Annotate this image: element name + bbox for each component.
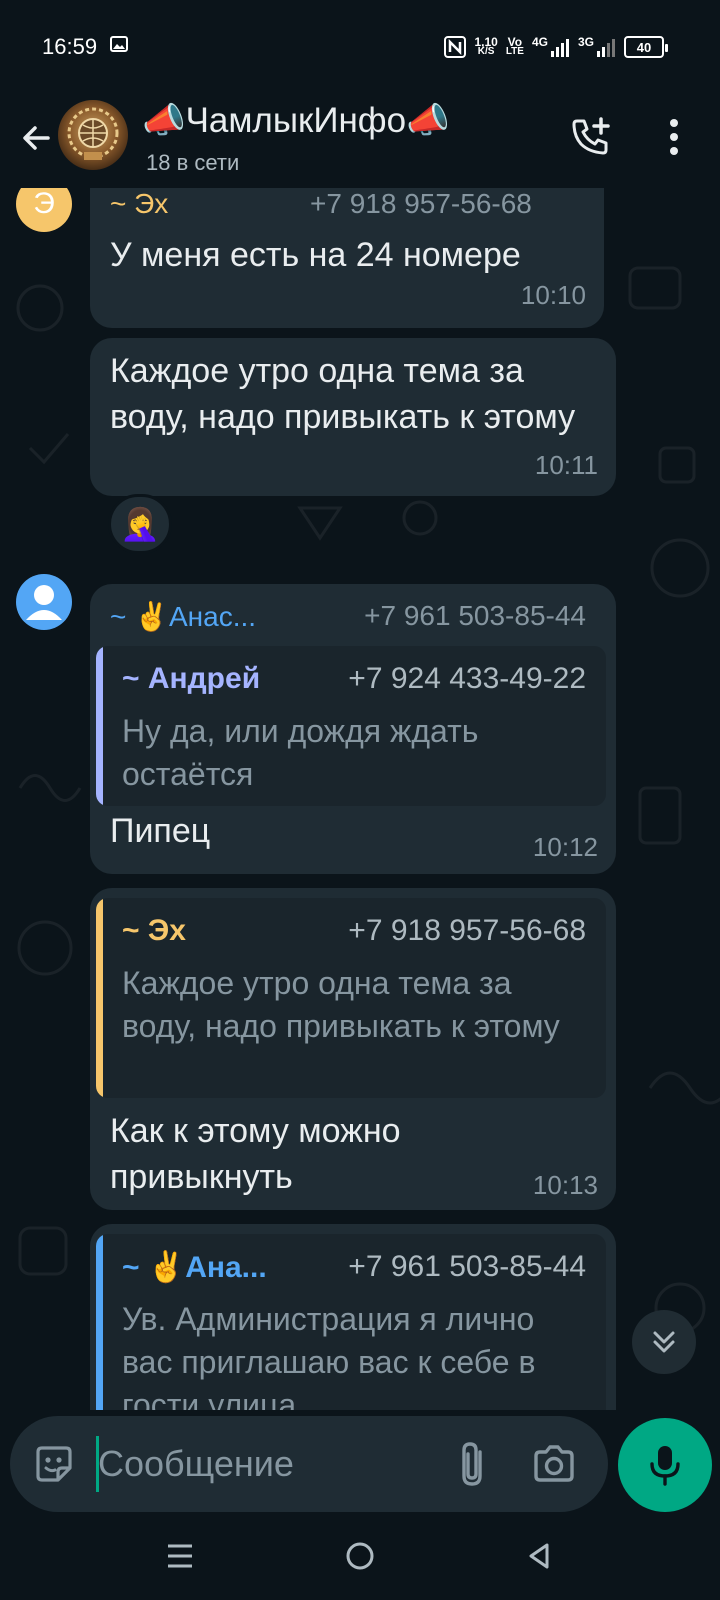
signal-bars-icon xyxy=(550,39,569,57)
message-text: У меня есть на 24 номере xyxy=(110,236,521,274)
message-list[interactable]: Э ~ Эх +7 918 957-56-68 У меня есть на 2… xyxy=(0,188,720,1410)
message-composer xyxy=(10,1416,608,1512)
sender-avatar[interactable] xyxy=(16,574,72,630)
nav-back-button[interactable] xyxy=(516,1532,564,1580)
status-icons: 1,10 K/S Vo LTE 4G 3G 40 xyxy=(444,32,668,62)
quote-bar xyxy=(96,646,103,806)
group-avatar[interactable] xyxy=(58,100,128,170)
reaction-badge[interactable]: 🤦‍♀️ xyxy=(108,494,172,554)
nav-home-button[interactable] xyxy=(336,1532,384,1580)
chat-header: 📣ЧамлыкИнфо📣 18 в сети xyxy=(0,92,720,188)
message-text: Пипец xyxy=(110,812,211,850)
quote-sender: ~ Андрей xyxy=(122,662,261,695)
quoted-message[interactable]: ~ Андрей +7 924 433-49-22 Ну да, или дож… xyxy=(96,646,606,806)
message-bubble[interactable]: ~ Эх +7 918 957-56-68 У меня есть на 24 … xyxy=(90,188,604,328)
message-bubble[interactable]: ~ Эх +7 918 957-56-68 Каждое утро одна т… xyxy=(90,888,616,1210)
attach-icon[interactable] xyxy=(450,1438,498,1490)
quote-phone: +7 961 503-85-44 xyxy=(348,1250,586,1283)
message-time: 10:11 xyxy=(534,450,598,480)
sender-phone: +7 961 503-85-44 xyxy=(364,600,586,631)
battery-icon: 40 xyxy=(624,36,668,58)
message-time: 10:13 xyxy=(532,1170,598,1200)
add-call-icon xyxy=(572,117,610,155)
message-input[interactable] xyxy=(98,1434,428,1494)
online-count: 18 в сети xyxy=(146,150,240,175)
message-time: 10:12 xyxy=(532,832,598,862)
quoted-message[interactable]: ~ ✌️Ана... +7 961 503-85-44 Ув. Админист… xyxy=(96,1234,606,1410)
group-title[interactable]: 📣ЧамлыкИнфо📣 xyxy=(142,100,450,141)
quote-bar xyxy=(96,1234,103,1410)
mic-icon xyxy=(650,1446,680,1486)
scroll-to-bottom-button[interactable] xyxy=(632,1310,696,1374)
message-bubble[interactable]: ~ ✌️Анас... +7 961 503-85-44 ~ Андрей +7… xyxy=(90,584,616,874)
sender-phone: +7 918 957-56-68 xyxy=(310,188,532,219)
quote-phone: +7 924 433-49-22 xyxy=(348,662,586,695)
message-bubble[interactable]: Каждое утро одна тема за воду, надо прив… xyxy=(90,338,616,496)
nav-recents-button[interactable] xyxy=(156,1532,204,1580)
quote-sender: ~ Эх xyxy=(122,914,186,947)
quote-text: Ув. Администрация я лично вас приглашаю … xyxy=(122,1301,536,1410)
quote-bar xyxy=(96,898,103,1098)
sender-name[interactable]: ~ Эх xyxy=(110,188,168,220)
gallery-notification-icon xyxy=(110,36,128,52)
quote-sender: ~ ✌️Ана... xyxy=(122,1251,267,1284)
signal-bars-icon xyxy=(597,39,615,57)
quote-phone: +7 918 957-56-68 xyxy=(348,914,586,947)
system-navigation-bar xyxy=(0,1512,720,1600)
quoted-message[interactable]: ~ Эх +7 918 957-56-68 Каждое утро одна т… xyxy=(96,898,606,1098)
nav-back-icon xyxy=(529,1543,549,1569)
back-arrow-icon xyxy=(23,126,50,150)
nav-recents-icon xyxy=(168,1544,192,1568)
message-bubble[interactable]: ~ ✌️Ана... +7 961 503-85-44 Ув. Админист… xyxy=(90,1224,616,1410)
message-time: 10:10 xyxy=(520,280,586,310)
signal-1: 4G xyxy=(532,36,570,57)
sticker-icon[interactable] xyxy=(32,1442,76,1486)
nav-home-icon xyxy=(346,1542,374,1570)
back-button[interactable] xyxy=(14,116,58,160)
more-options-button[interactable] xyxy=(654,112,694,162)
nfc-icon xyxy=(444,36,467,58)
net-speed: 1,10 K/S xyxy=(474,35,498,57)
quote-text: Ну да, или дождя ждать остаётся xyxy=(122,713,479,792)
status-bar: 16:59 1,10 K/S Vo LTE 4G 3G 40 xyxy=(0,0,720,92)
scroll-down-icon xyxy=(653,1331,675,1353)
volte-indicator: Vo LTE xyxy=(505,35,524,57)
sender-name[interactable]: ~ ✌️Анас... xyxy=(110,600,256,633)
status-time: 16:59 xyxy=(42,34,98,59)
signal-2: 3G xyxy=(578,36,616,57)
voice-record-button[interactable] xyxy=(618,1418,712,1512)
more-vert-icon xyxy=(670,119,678,155)
globe-emblem-icon xyxy=(67,107,119,160)
message-text: Как к этому можно привыкнуть xyxy=(110,1112,401,1196)
user-placeholder-icon xyxy=(26,585,62,620)
quote-text: Каждое утро одна тема за воду, надо прив… xyxy=(122,965,560,1044)
camera-icon[interactable] xyxy=(530,1440,578,1488)
message-text: Каждое утро одна тема за воду, надо прив… xyxy=(110,352,576,436)
add-call-button[interactable] xyxy=(566,112,616,162)
